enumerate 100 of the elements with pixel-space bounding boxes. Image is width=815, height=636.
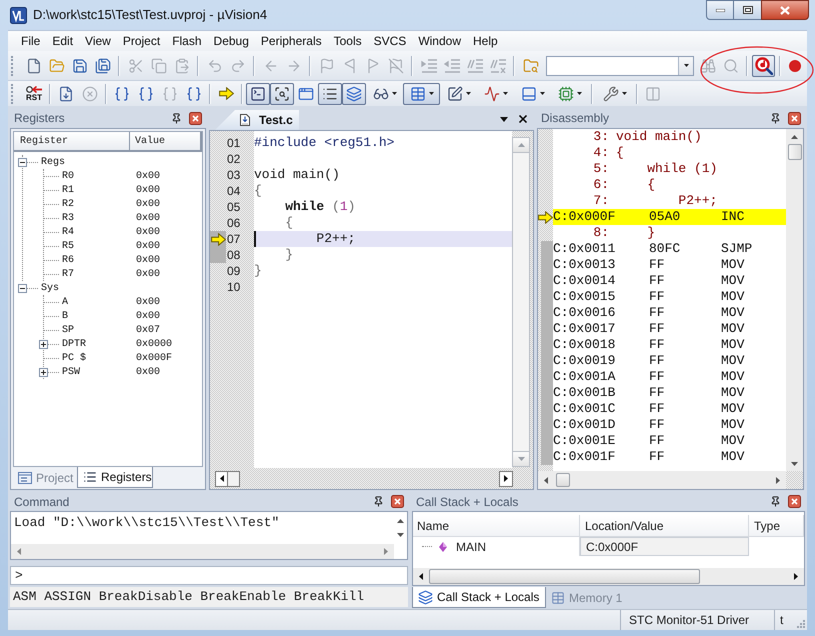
menu-item[interactable]: Tools: [328, 32, 368, 50]
code-area[interactable]: #include <reg51.h> void main() { while (1) { P2++; } }: [254, 131, 512, 468]
column-header[interactable]: Register: [14, 132, 130, 152]
horizontal-scrollbar[interactable]: [538, 471, 786, 489]
close-icon[interactable]: [519, 115, 527, 123]
scrollbar-thumb[interactable]: [228, 470, 240, 486]
instruction-mnemonic: MOV: [721, 417, 744, 433]
menu-item[interactable]: File: [15, 32, 46, 50]
command-input-field[interactable]: >: [10, 566, 408, 585]
pin-icon[interactable]: [171, 112, 182, 124]
tree-item[interactable]: Sys: [41, 280, 60, 296]
command-window-button[interactable]: [246, 82, 270, 104]
minus-box-icon[interactable]: [18, 158, 27, 166]
column-header[interactable]: Location/Value: [580, 515, 749, 537]
tree-item[interactable]: R4: [62, 226, 74, 238]
resize-grip-icon[interactable]: [796, 618, 805, 628]
tree-item[interactable]: R0: [62, 170, 74, 182]
instruction-mnemonic: MOV: [721, 337, 744, 353]
tree-item[interactable]: PSW: [62, 366, 80, 378]
register-value: 0x00: [136, 170, 160, 184]
tree-item[interactable]: B: [62, 310, 68, 322]
grip-icon[interactable]: [11, 56, 14, 76]
source-code: while (1): [646, 161, 718, 177]
scrollbar-thumb[interactable]: [556, 473, 570, 487]
dropdown-button[interactable]: [678, 56, 693, 74]
source-code: {: [616, 145, 624, 161]
scrollbar-thumb[interactable]: [788, 144, 802, 160]
left-arrow-icon[interactable]: [544, 476, 548, 484]
menu-item[interactable]: View: [79, 32, 117, 50]
tree-item[interactable]: PC $: [62, 352, 86, 364]
line-number: 01: [226, 135, 240, 151]
menu-item[interactable]: Flash: [166, 32, 208, 50]
menu-item[interactable]: Project: [116, 32, 166, 50]
close-button[interactable]: [761, 0, 809, 20]
caret-icon[interactable]: [500, 116, 508, 122]
tree-item[interactable]: R2: [62, 198, 74, 210]
minimize-button[interactable]: [706, 0, 734, 20]
plus-box-icon[interactable]: [39, 340, 48, 348]
menu-item[interactable]: Help: [467, 32, 504, 50]
column-header[interactable]: Value: [130, 132, 202, 152]
reset-button[interactable]: RST: [22, 82, 46, 104]
braces-icon: [186, 86, 202, 102]
panel-tab[interactable]: Registers: [77, 467, 153, 488]
menu-item[interactable]: Debug: [208, 32, 255, 50]
tree-item[interactable]: Regs: [41, 154, 66, 170]
list-icon: [83, 470, 97, 484]
menu-item[interactable]: Peripherals: [254, 32, 328, 50]
tree-item[interactable]: R3: [62, 212, 74, 224]
scrollbar-thumb[interactable]: [429, 569, 700, 584]
left-arrow-icon[interactable]: [419, 573, 423, 580]
menu-item[interactable]: SVCS: [368, 32, 412, 50]
tree-item[interactable]: R6: [62, 254, 74, 266]
horizontal-scrollbar[interactable]: [413, 568, 804, 585]
column-header[interactable]: Type: [749, 515, 804, 537]
pin-icon[interactable]: [770, 112, 781, 124]
up-arrow-icon[interactable]: [397, 519, 404, 523]
tree-item[interactable]: R5: [62, 240, 74, 252]
pen-window-icon: [446, 86, 462, 102]
minus-box-icon[interactable]: [18, 284, 27, 292]
disassembly-area[interactable]: [553, 129, 786, 471]
close-icon[interactable]: [788, 495, 801, 508]
right-arrow-icon[interactable]: [776, 476, 780, 484]
down-arrow-icon[interactable]: [397, 533, 404, 537]
disassembly-window-button[interactable]: [270, 82, 294, 104]
panel-tab[interactable]: Call Stack + Locals: [412, 587, 546, 608]
close-icon[interactable]: [391, 495, 404, 508]
instruction-mnemonic: MOV: [721, 273, 744, 289]
pin-icon[interactable]: [770, 496, 781, 507]
up-arrow-icon[interactable]: [791, 135, 798, 139]
menu-item[interactable]: Window: [412, 32, 467, 50]
scroll-left-button[interactable]: [215, 470, 228, 486]
vertical-scrollbar[interactable]: [786, 129, 803, 471]
call-stack-window-button[interactable]: [342, 82, 366, 104]
opcode: FF: [649, 401, 665, 416]
menu-item[interactable]: Edit: [46, 32, 80, 50]
file-tab[interactable]: Test.c: [215, 110, 299, 130]
registers-window-button[interactable]: [318, 82, 342, 104]
app-icon: [10, 6, 27, 24]
arrow-icon: [218, 87, 234, 100]
close-icon[interactable]: [788, 112, 801, 124]
tree-item[interactable]: R7: [62, 268, 74, 280]
tree-item[interactable]: DPTR: [62, 338, 86, 350]
right-arrow-icon[interactable]: [794, 573, 798, 580]
tree-item[interactable]: R1: [62, 184, 74, 196]
plus-box-icon[interactable]: [39, 368, 48, 376]
tree-item[interactable]: SP: [62, 324, 74, 336]
memory-window-button[interactable]: [403, 82, 440, 104]
debug-session-button[interactable]: [752, 54, 775, 76]
grip-icon[interactable]: [11, 84, 14, 104]
scroll-right-button[interactable]: [499, 470, 513, 486]
tree-item[interactable]: A: [62, 296, 68, 308]
source-code: P2++;: [677, 193, 718, 209]
down-arrow-icon: [518, 457, 524, 461]
maximize-button[interactable]: [734, 0, 761, 20]
down-arrow-icon[interactable]: [791, 462, 798, 466]
close-icon[interactable]: [189, 112, 202, 124]
frame-name[interactable]: MAIN: [456, 538, 486, 556]
slashed-lines-icon: [466, 58, 482, 72]
column-header[interactable]: Name: [413, 515, 580, 537]
pin-icon[interactable]: [373, 496, 384, 507]
